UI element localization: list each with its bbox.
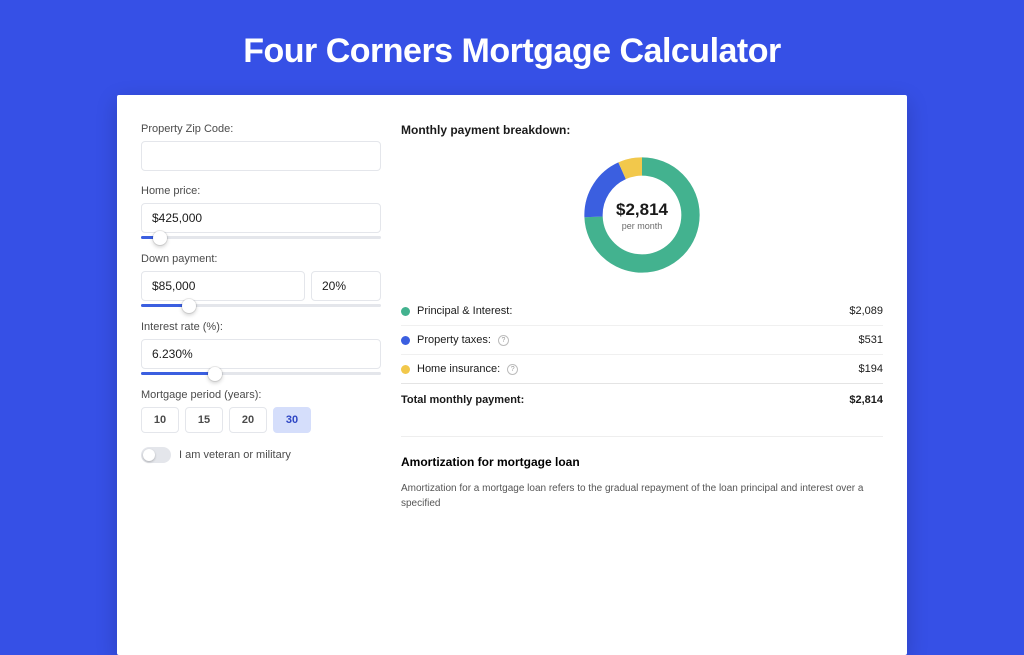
interest-rate-label: Interest rate (%): — [141, 321, 381, 333]
total-label: Total monthly payment: — [401, 394, 524, 406]
period-option-20[interactable]: 20 — [229, 407, 267, 433]
interest-rate-slider-fill — [141, 372, 215, 375]
breakdown-item-value: $194 — [859, 363, 883, 375]
veteran-label: I am veteran or military — [179, 449, 291, 461]
breakdown-rows: Principal & Interest: $2,089 Property taxe… — [401, 297, 883, 383]
down-payment-slider-knob[interactable] — [182, 299, 196, 313]
zip-input[interactable] — [141, 141, 381, 171]
amortization-section: Amortization for mortgage loan Amortizat… — [401, 436, 883, 511]
home-price-label: Home price: — [141, 185, 381, 197]
down-payment-input[interactable] — [141, 271, 305, 301]
down-payment-slider[interactable] — [141, 304, 381, 307]
interest-rate-input[interactable] — [141, 339, 381, 369]
period-option-15[interactable]: 15 — [185, 407, 223, 433]
veteran-toggle[interactable] — [141, 447, 171, 463]
period-option-10[interactable]: 10 — [141, 407, 179, 433]
breakdown-item-value: $2,089 — [849, 305, 883, 317]
legend-dot-icon — [401, 307, 410, 316]
breakdown-panel: Monthly payment breakdown: $2,814 per mo… — [401, 123, 883, 655]
home-price-input[interactable] — [141, 203, 381, 233]
help-icon[interactable]: ? — [498, 335, 509, 346]
form-panel: Property Zip Code: Home price: Down paym… — [141, 123, 381, 655]
breakdown-row: Home insurance:? $194 — [401, 354, 883, 383]
breakdown-row: Property taxes:? $531 — [401, 325, 883, 354]
home-price-slider[interactable] — [141, 236, 381, 239]
breakdown-donut-chart: $2,814 per month — [578, 151, 706, 279]
breakdown-title: Monthly payment breakdown: — [401, 123, 883, 137]
period-group: 10152030 — [141, 407, 381, 433]
donut-sublabel: per month — [622, 221, 663, 231]
interest-rate-slider[interactable] — [141, 372, 381, 375]
breakdown-item-label: Home insurance: — [417, 363, 500, 375]
down-payment-pct-input[interactable] — [311, 271, 381, 301]
breakdown-item-label: Property taxes: — [417, 334, 491, 346]
breakdown-row: Principal & Interest: $2,089 — [401, 297, 883, 325]
page-title: Four Corners Mortgage Calculator — [117, 0, 907, 95]
amortization-heading: Amortization for mortgage loan — [401, 455, 883, 469]
zip-label: Property Zip Code: — [141, 123, 381, 135]
total-value: $2,814 — [849, 394, 883, 406]
down-payment-label: Down payment: — [141, 253, 381, 265]
period-label: Mortgage period (years): — [141, 389, 381, 401]
legend-dot-icon — [401, 336, 410, 345]
period-option-30[interactable]: 30 — [273, 407, 311, 433]
legend-dot-icon — [401, 365, 410, 374]
calculator-card: Property Zip Code: Home price: Down paym… — [117, 95, 907, 655]
amortization-body: Amortization for a mortgage loan refers … — [401, 481, 883, 511]
home-price-slider-knob[interactable] — [153, 231, 167, 245]
breakdown-item-label: Principal & Interest: — [417, 305, 512, 317]
interest-rate-slider-knob[interactable] — [208, 367, 222, 381]
donut-amount: $2,814 — [616, 200, 668, 220]
breakdown-item-value: $531 — [859, 334, 883, 346]
help-icon[interactable]: ? — [507, 364, 518, 375]
